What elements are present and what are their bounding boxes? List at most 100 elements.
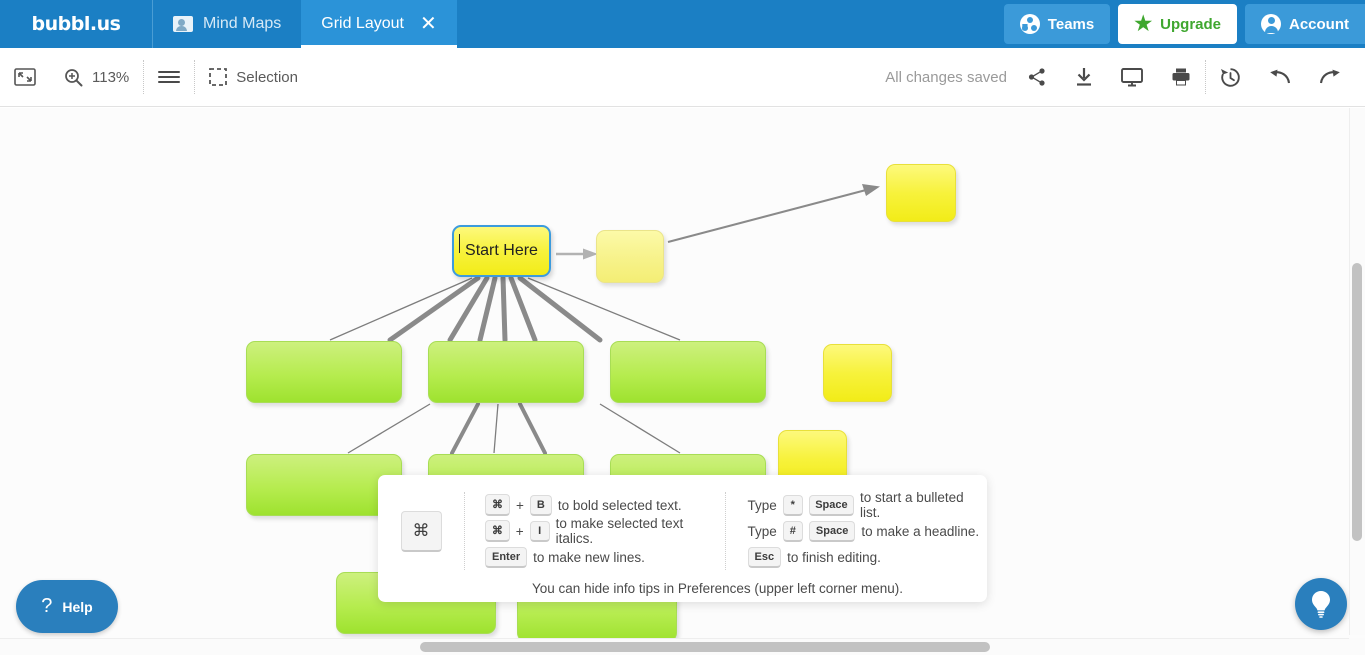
horizontal-scrollbar[interactable] <box>0 638 1349 655</box>
undo-icon <box>1270 69 1291 84</box>
tab-grid-layout[interactable]: Grid Layout ✕ <box>301 0 458 48</box>
key-cmd: ⌘ <box>485 520 510 542</box>
help-button-label: Help <box>62 598 93 615</box>
vertical-scrollbar-thumb[interactable] <box>1352 263 1362 541</box>
account-icon <box>1261 14 1281 34</box>
present-icon <box>1121 68 1143 87</box>
upgrade-button[interactable]: ★ Upgrade <box>1118 4 1237 44</box>
selection-tool-button[interactable]: Selection <box>195 48 312 106</box>
info-tip-panel: ⌘ ⌘ + B to bold selected text. ⌘ + I to … <box>378 475 987 602</box>
question-mark-icon: ? <box>41 595 53 617</box>
teams-button[interactable]: Teams <box>1003 4 1111 44</box>
print-button[interactable] <box>1157 48 1205 106</box>
zoom-control[interactable]: 113% <box>50 48 143 106</box>
key-hash: # <box>782 520 803 542</box>
mindmap-canvas[interactable]: sajfa Start Here ⌘ ⌘ + B to bold s <box>0 108 1365 655</box>
info-tip-row: Type * Space to start a bulleted list. <box>747 490 984 520</box>
plus-sign: + <box>515 523 524 539</box>
info-tip-text: to bold selected text. <box>557 497 682 513</box>
close-icon[interactable]: ✕ <box>420 14 437 34</box>
logo-text: bubbl.us <box>31 13 121 35</box>
history-button[interactable] <box>1206 48 1255 106</box>
folder-user-icon <box>173 16 193 32</box>
share-button[interactable] <box>1013 48 1061 106</box>
info-tip-text: to finish editing. <box>787 549 881 565</box>
tab-mind-maps-label: Mind Maps <box>203 15 282 32</box>
help-button[interactable]: ? Help <box>16 580 118 633</box>
command-key-illustration: ⌘ <box>378 510 464 552</box>
type-prefix: Type <box>747 497 777 513</box>
info-tip-row: ⌘ + I to make selected text italics. <box>485 516 721 546</box>
upgrade-button-label: Upgrade <box>1160 15 1221 33</box>
info-tip-row: Esc to finish editing. <box>747 544 984 570</box>
star-icon: ★ <box>1134 13 1153 35</box>
key-enter: Enter <box>485 546 528 568</box>
info-tip-body: ⌘ ⌘ + B to bold selected text. ⌘ + I to … <box>378 485 987 577</box>
text-cursor <box>459 234 461 253</box>
zoom-level-label: 113% <box>92 68 130 86</box>
selection-tool-label: Selection <box>236 68 298 86</box>
menu-button[interactable] <box>144 48 194 106</box>
info-tip-row: ⌘ + B to bold selected text. <box>485 492 721 518</box>
mindmap-node[interactable] <box>596 230 664 283</box>
zoom-in-icon <box>65 68 83 86</box>
top-bar: bubbl.us Mind Maps Grid Layout ✕ Teams ★… <box>0 0 1365 48</box>
account-button-label: Account <box>1289 15 1349 33</box>
selection-marquee-icon <box>209 68 228 86</box>
fit-to-screen-button[interactable] <box>0 48 50 106</box>
fit-to-screen-icon <box>14 68 36 86</box>
download-button[interactable] <box>1061 48 1107 106</box>
key-space: Space <box>808 520 856 542</box>
mindmap-node-label: Start Here <box>459 234 538 260</box>
info-tip-columns: ⌘ + B to bold selected text. ⌘ + I to ma… <box>464 490 988 570</box>
top-bar-actions: Teams ★ Upgrade Account <box>1003 0 1365 48</box>
presentation-button[interactable] <box>1107 48 1157 106</box>
start-here-text: Start Here <box>465 242 538 259</box>
info-tip-column-right: Type * Space to start a bulleted list. T… <box>724 490 988 570</box>
hamburger-menu-icon <box>158 71 181 83</box>
redo-button[interactable] <box>1305 48 1355 106</box>
info-tip-row: Type # Space to make a headline. <box>748 518 984 544</box>
command-key-icon: ⌘ <box>400 510 442 552</box>
key-esc: Esc <box>747 546 782 568</box>
horizontal-scrollbar-thumb[interactable] <box>420 642 990 652</box>
redo-icon <box>1319 69 1340 84</box>
key-asterisk: * <box>782 494 803 516</box>
undo-button[interactable] <box>1255 48 1305 106</box>
toolbar-right-actions <box>1013 48 1365 106</box>
type-prefix: Type <box>747 523 777 539</box>
key-i: I <box>529 520 550 542</box>
key-space: Space <box>808 494 855 516</box>
vertical-scrollbar[interactable] <box>1349 108 1365 635</box>
mindmap-node[interactable] <box>610 341 766 403</box>
tips-button[interactable] <box>1295 578 1347 630</box>
key-b: B <box>529 494 552 516</box>
account-button[interactable]: Account <box>1245 4 1365 44</box>
teams-button-label: Teams <box>1047 15 1095 33</box>
tab-grid-layout-label: Grid Layout <box>321 15 404 32</box>
mindmap-node[interactable] <box>246 341 402 403</box>
app-logo[interactable]: bubbl.us <box>0 0 152 48</box>
plus-sign: + <box>516 497 524 513</box>
share-icon <box>1028 68 1045 86</box>
download-icon <box>1077 68 1091 86</box>
save-status: All changes saved <box>885 68 1007 86</box>
teams-icon <box>1019 14 1040 34</box>
history-icon <box>1221 67 1240 87</box>
mindmap-node-start-here[interactable]: Start Here <box>452 225 551 277</box>
lightbulb-icon <box>1312 591 1330 618</box>
mindmap-node[interactable] <box>823 344 892 402</box>
info-tip-footer: You can hide info tips in Preferences (u… <box>532 581 903 596</box>
editor-toolbar: 113% Selection All changes saved <box>0 48 1365 107</box>
mindmap-node[interactable] <box>886 164 956 222</box>
mindmap-node[interactable] <box>428 341 584 403</box>
key-cmd: ⌘ <box>485 494 510 516</box>
info-tip-column-left: ⌘ + B to bold selected text. ⌘ + I to ma… <box>465 492 725 570</box>
info-tip-row: Enter to make new lines. <box>485 544 721 570</box>
tab-mind-maps[interactable]: Mind Maps <box>152 0 302 48</box>
info-tip-text: to start a bulleted list. <box>860 490 964 520</box>
info-tip-text: to make selected text italics. <box>555 516 684 546</box>
print-icon <box>1172 68 1190 86</box>
info-tip-text: to make a headline. <box>861 523 980 539</box>
scrollbar-corner <box>1349 638 1365 655</box>
